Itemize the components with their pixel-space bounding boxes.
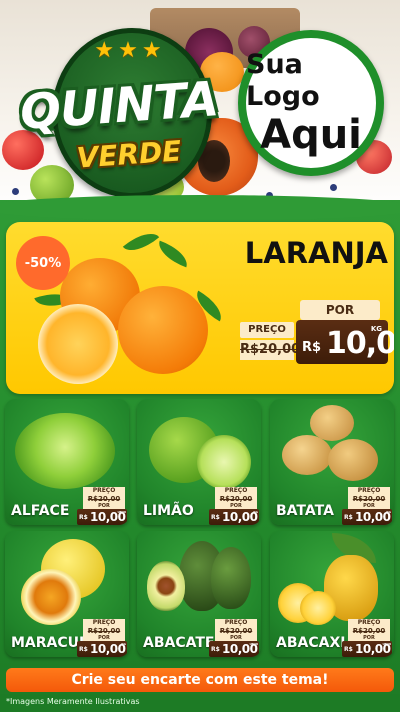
product-price-tag: PREÇO R$20,00 POR R$ 10,00 UNID <box>342 619 392 657</box>
product-price-tag: PREÇO R$20,00 POR R$ 10,00 KG <box>77 619 127 657</box>
potato-image <box>282 435 332 475</box>
new-price-box: R$ 10,00 KG <box>209 509 259 525</box>
orange-image <box>118 286 208 374</box>
avocado-image <box>211 547 251 609</box>
new-price-box: R$ 10,00 KG <box>342 509 392 525</box>
product-price-tag: PREÇO R$20,00 POR R$ 10,00 KG <box>209 487 259 525</box>
new-price-box: R$ 10,00 UNID <box>342 641 392 657</box>
disclaimer-note: *Imagens Meramente Ilustrativas <box>6 697 140 706</box>
product-name: ALFACE <box>11 503 70 519</box>
create-flyer-button[interactable]: Crie seu encarte com este tema! <box>6 668 394 692</box>
price-unit: UNID <box>249 642 258 646</box>
flyer: ★★★ QUINTA VERDE Sua Logo Aqui -50% LARA… <box>0 0 400 712</box>
price-unit: KG <box>386 510 391 514</box>
preco-label: PREÇO <box>215 619 257 627</box>
store-logo-line2: Aqui <box>260 112 362 158</box>
old-price: R$20,00 <box>83 495 125 503</box>
price-unit: KG <box>121 642 126 646</box>
lettuce-image <box>15 413 115 489</box>
old-price: R$20,00 <box>348 495 390 503</box>
new-price-box: R$ 10,00 UNID <box>77 509 127 525</box>
new-price: 10,00 <box>90 642 126 656</box>
old-price: R$20,00 <box>240 340 300 360</box>
product-name: ABACAXI <box>276 635 346 651</box>
potato-image <box>328 439 378 481</box>
price-unit: KG <box>253 510 258 514</box>
product-card-alface[interactable]: ALFACE PREÇO R$20,00 POR R$ 10,00 UNID <box>5 399 129 525</box>
preco-label: PREÇO <box>348 619 390 627</box>
leaf-icon <box>122 224 160 260</box>
new-price: 10,00 <box>326 326 394 361</box>
old-price: R$20,00 <box>215 495 257 503</box>
price-unit: UNID <box>382 642 391 646</box>
orange-half-image <box>38 304 118 384</box>
store-logo-placeholder: Sua Logo Aqui <box>238 30 384 176</box>
product-name: LIMÃO <box>143 503 194 519</box>
product-price-tag: PREÇO R$20,00 POR R$ 10,00 KG <box>342 487 392 525</box>
featured-product-name: LARANJA <box>244 236 388 270</box>
preco-label: PREÇO <box>83 487 125 495</box>
por-label: POR <box>300 300 380 320</box>
green-wave-divider <box>0 195 400 221</box>
pineapple-slice-image <box>300 591 336 625</box>
product-name: BATATA <box>276 503 334 519</box>
product-name: ABACATE <box>143 635 215 651</box>
logo-stars-icon: ★★★ <box>94 38 166 63</box>
product-card-abacaxi[interactable]: ABACAXI PREÇO R$20,00 POR R$ 10,00 UNID <box>270 531 394 657</box>
old-price: R$20,00 <box>83 627 125 635</box>
currency-symbol: R$ <box>344 514 353 521</box>
lime-half-image <box>197 435 251 489</box>
passion-fruit-half-image <box>21 569 81 625</box>
product-card-batata[interactable]: BATATA PREÇO R$20,00 POR R$ 10,00 KG <box>270 399 394 525</box>
currency-symbol: R$ <box>79 514 88 521</box>
header-banner: ★★★ QUINTA VERDE Sua Logo Aqui <box>0 0 400 215</box>
product-price-tag: PREÇO R$20,00 POR R$ 10,00 UNID <box>209 619 259 657</box>
currency-symbol: R$ <box>211 646 220 653</box>
price-unit: UNID <box>117 510 126 514</box>
store-logo-line1: Sua Logo <box>246 49 320 112</box>
currency-symbol: R$ <box>302 340 322 355</box>
featured-price-tag: POR PREÇO R$20,00 R$ 10,00 KG <box>240 300 394 370</box>
avocado-half-image <box>147 561 185 611</box>
new-price-box: R$ 10,00 KG <box>296 320 394 364</box>
blueberry-image <box>330 184 337 191</box>
currency-symbol: R$ <box>79 646 88 653</box>
quinta-verde-logo: ★★★ QUINTA VERDE <box>14 20 224 198</box>
price-unit: KG <box>370 325 382 333</box>
new-price: 10,00 <box>355 510 391 524</box>
new-price-box: R$ 10,00 KG <box>77 641 127 657</box>
preco-label: PREÇO <box>348 487 390 495</box>
currency-symbol: R$ <box>344 646 353 653</box>
old-price: R$20,00 <box>215 627 257 635</box>
old-price: R$20,00 <box>348 627 390 635</box>
preco-label: PREÇO <box>83 619 125 627</box>
discount-badge: -50% <box>16 236 70 290</box>
featured-offer-card[interactable]: -50% LARANJA POR PREÇO R$20,00 R$ 10,00 … <box>6 222 394 394</box>
product-card-abacate[interactable]: ABACATE PREÇO R$20,00 POR R$ 10,00 UNID <box>137 531 261 657</box>
preco-label: PREÇO <box>215 487 257 495</box>
product-card-maracuja[interactable]: MARACUJÁ PREÇO R$20,00 POR R$ 10,00 KG <box>5 531 129 657</box>
currency-symbol: R$ <box>211 514 220 521</box>
new-price-box: R$ 10,00 UNID <box>209 641 259 657</box>
product-card-limao[interactable]: LIMÃO PREÇO R$20,00 POR R$ 10,00 KG <box>137 399 261 525</box>
preco-label: PREÇO <box>240 322 294 338</box>
leaf-icon <box>154 240 192 268</box>
footer-bar: *Imagens Meramente Ilustrativas <box>0 694 400 712</box>
new-price: 10,00 <box>222 510 258 524</box>
product-price-tag: PREÇO R$20,00 POR R$ 10,00 UNID <box>77 487 127 525</box>
